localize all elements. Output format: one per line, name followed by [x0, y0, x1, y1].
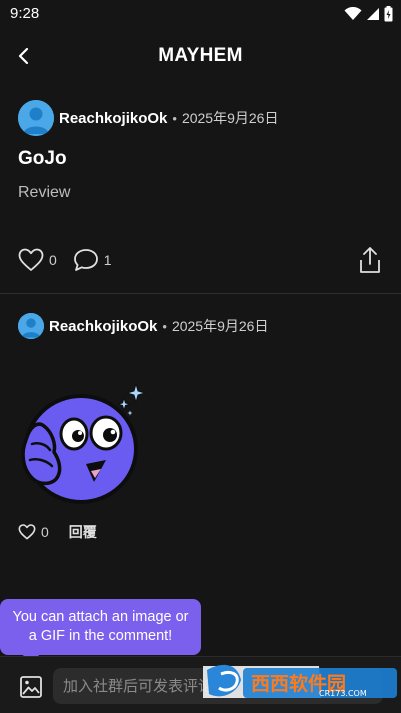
battery-icon	[384, 6, 393, 22]
post-comment-button[interactable]: 1	[73, 248, 112, 272]
comment-like-count: 0	[41, 524, 49, 540]
meta-separator: •	[172, 110, 177, 126]
status-time: 9:28	[10, 5, 40, 22]
comment-author-avatar[interactable]	[18, 313, 44, 339]
status-bar: 9:28	[0, 0, 401, 28]
watermark-logo: 西西软件园 CR173.COM	[203, 664, 397, 698]
comment-sticker	[18, 382, 153, 507]
comment-bubble-icon	[73, 249, 98, 271]
meta-separator: •	[162, 318, 167, 334]
post-author-avatar[interactable]	[18, 100, 54, 136]
post-meta: ReachkojikoOk • 2025年9月26日	[18, 100, 278, 136]
post-like-count: 0	[49, 252, 57, 268]
page-title: MAYHEM	[158, 45, 243, 66]
heart-icon	[18, 524, 36, 540]
attach-image-button[interactable]	[19, 675, 43, 699]
attach-hint-tooltip[interactable]: You can attach an image or a GIF in the …	[0, 599, 201, 655]
wifi-icon	[344, 7, 362, 20]
share-icon	[360, 247, 380, 273]
user-avatar-icon	[18, 100, 54, 136]
post-actions: 0 1	[18, 246, 383, 274]
comment-author-name[interactable]: ReachkojikoOk	[49, 318, 157, 335]
app-header: MAYHEM	[0, 28, 401, 84]
user-avatar-icon	[18, 313, 44, 339]
signal-icon	[367, 8, 379, 20]
share-button[interactable]	[359, 246, 381, 279]
post-like-button[interactable]: 0	[18, 248, 57, 272]
post-comment-count: 1	[103, 252, 112, 268]
comment-actions: 0 回覆	[18, 520, 97, 544]
heart-icon	[18, 248, 44, 271]
tooltip-text: You can attach an image or a GIF in the …	[12, 609, 189, 644]
watermark-sub: CR173.COM	[319, 689, 367, 698]
post-date: 2025年9月26日	[181, 110, 279, 126]
purple-smiley-sticker-icon	[21, 382, 147, 504]
image-icon	[20, 676, 42, 698]
status-icons	[344, 4, 393, 24]
post-author-name[interactable]: ReachkojikoOk	[59, 110, 167, 127]
post-title: GoJo	[18, 148, 67, 169]
comment-date: 2025年9月26日	[171, 318, 269, 334]
site-watermark: 西西软件园 CR173.COM	[201, 660, 401, 704]
comment-meta: ReachkojikoOk • 2025年9月26日	[18, 313, 268, 339]
post-body: Review	[18, 184, 71, 201]
comment-like-button[interactable]: 0	[18, 524, 49, 540]
section-divider	[0, 293, 401, 294]
reply-button[interactable]: 回覆	[69, 522, 97, 542]
